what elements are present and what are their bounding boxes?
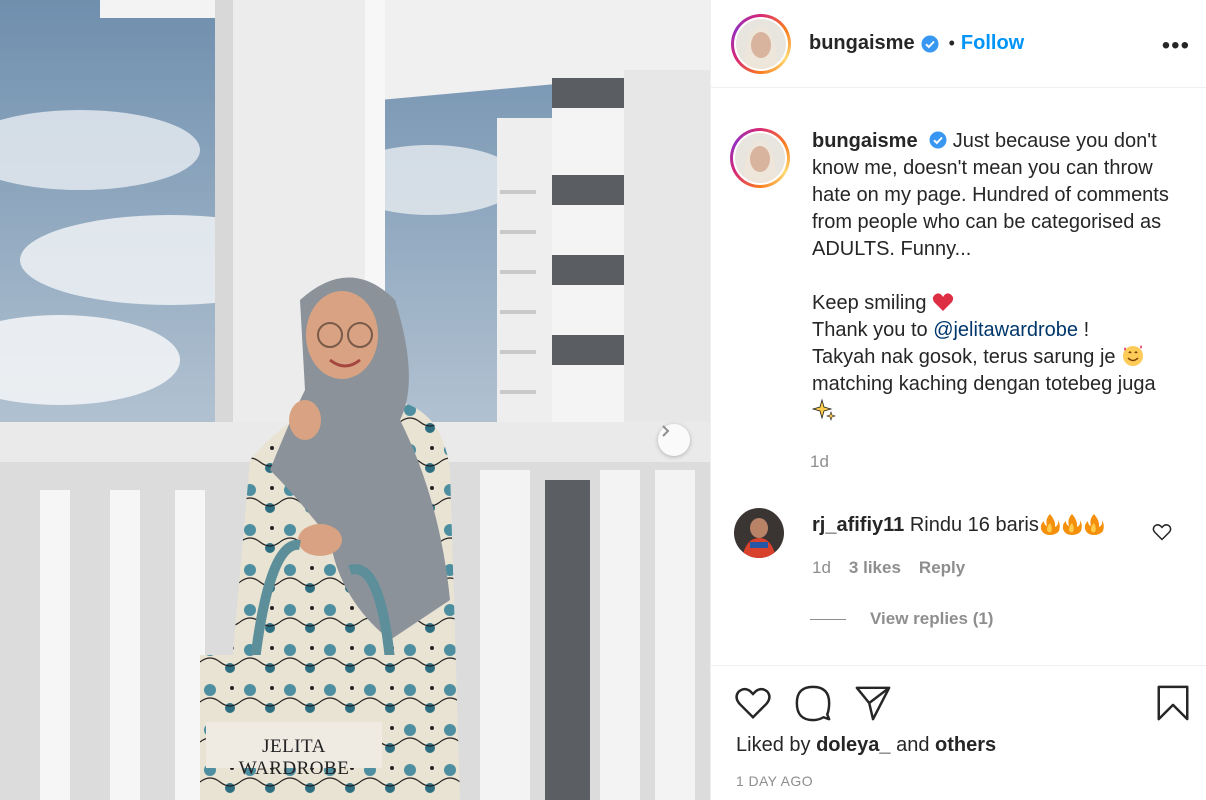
commenter-avatar[interactable] <box>734 508 784 558</box>
mention-link[interactable]: @jelitawardrobe <box>933 319 1078 341</box>
fire-emoji-icon <box>1040 514 1104 535</box>
caption-username[interactable]: bungaisme <box>812 130 918 152</box>
post-photo: JELITA WARDROBE <box>0 0 710 800</box>
comment-likes[interactable]: 3 likes <box>849 558 901 578</box>
liked-by-others[interactable]: others <box>935 734 996 756</box>
sparkles-emoji-icon <box>811 398 836 421</box>
avatar-image <box>736 18 786 69</box>
view-replies-divider <box>810 618 846 620</box>
header-separator: • <box>948 33 955 53</box>
more-options-button[interactable]: ••• <box>1162 32 1190 60</box>
red-heart-emoji-icon <box>932 293 954 311</box>
follow-button[interactable]: Follow <box>961 32 1024 55</box>
caption-keep-smiling: Keep smiling <box>812 292 927 314</box>
verified-badge-icon <box>929 131 947 149</box>
view-replies-label: View replies (1) <box>870 609 994 628</box>
chevron-right-icon <box>662 425 670 437</box>
caption-text: bungaisme Just because you don't know me… <box>811 128 1182 425</box>
liked-by-and: and <box>896 734 930 756</box>
post-header: bungaisme • Follow ••• <box>711 0 1206 88</box>
caption-timestamp[interactable]: 1d <box>810 452 829 472</box>
avatar-image <box>735 133 785 183</box>
caption-matching: matching kaching dengan totebeg juga <box>812 373 1156 395</box>
author-avatar[interactable] <box>731 13 791 74</box>
author-username[interactable]: bungaisme <box>809 32 915 55</box>
paper-plane-icon[interactable] <box>854 684 892 722</box>
smiling-hearts-emoji-icon <box>1123 345 1144 366</box>
comment-like-heart-icon[interactable] <box>1152 522 1172 542</box>
comment-meta: 1d 3 likes Reply <box>812 558 965 578</box>
comment-bubble-icon[interactable] <box>794 684 832 722</box>
liked-by-user[interactable]: doleya_ <box>816 734 890 756</box>
heart-icon[interactable] <box>734 684 772 722</box>
caption-takyah: Takyah nak gosok, terus sarung je <box>812 346 1116 368</box>
view-replies-button[interactable]: View replies (1) <box>810 609 993 629</box>
comment-body: Rindu 16 baris <box>909 514 1039 536</box>
verified-badge-icon <box>921 35 939 52</box>
next-photo-button[interactable] <box>658 424 690 456</box>
comment-timestamp[interactable]: 1d <box>812 558 831 578</box>
actions-divider <box>710 665 1206 666</box>
caption-author-avatar[interactable] <box>730 128 790 188</box>
bookmark-icon[interactable] <box>1154 684 1192 722</box>
reply-button[interactable]: Reply <box>919 558 965 578</box>
post-date[interactable]: 1 DAY AGO <box>736 773 813 789</box>
avatar-image <box>734 508 784 558</box>
post-photo-illustration <box>0 0 710 800</box>
caption-thank-prefix: Thank you to <box>812 319 928 341</box>
liked-by-prefix: Liked by <box>736 734 811 756</box>
caption-thank-suffix: ! <box>1078 319 1090 341</box>
commenter-username[interactable]: rj_afifiy11 <box>812 514 904 536</box>
liked-by-summary: Liked by doleya_ and others <box>736 734 996 757</box>
tote-bag-label: JELITA WARDROBE <box>238 736 350 779</box>
comment-text: rj_afifiy11 Rindu 16 baris <box>812 512 1162 539</box>
post-caption: bungaisme Just because you don't know me… <box>730 128 1190 425</box>
